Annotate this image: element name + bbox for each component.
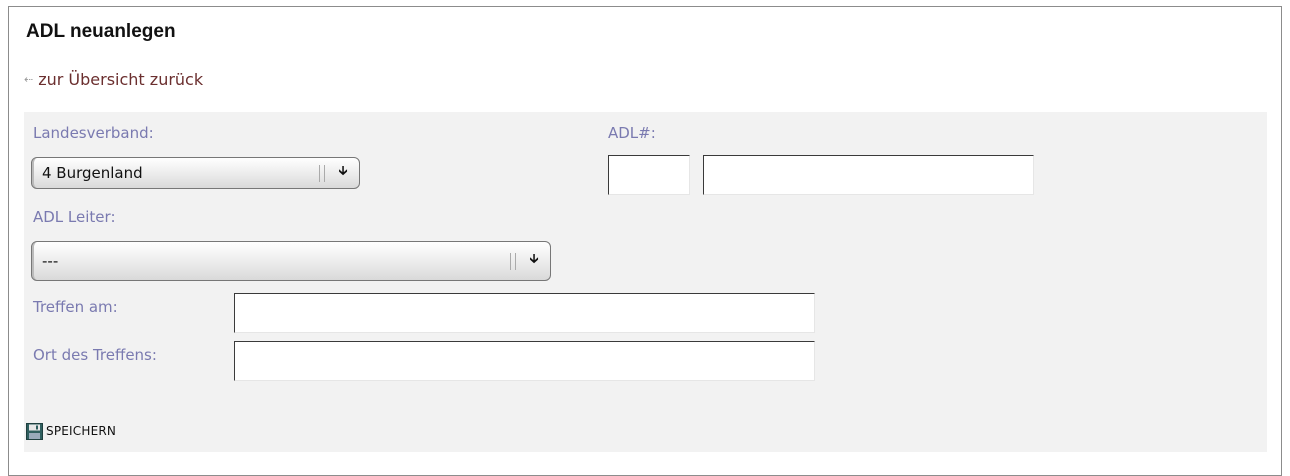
landesverband-label: Landesverband: [33,124,154,142]
adl-leiter-select[interactable]: --- 🡳 [31,241,551,281]
adl-number-label: ADL#: [608,124,656,142]
adl-prefix-input[interactable] [608,155,690,195]
adl-leiter-value: --- [42,252,59,270]
arrow-left-icon: ⇠ [24,73,34,86]
select-grip [510,253,516,270]
landesverband-value: 4 Burgenland [42,164,143,182]
dropdown-arrow-icon: 🡳 [338,164,348,179]
select-grip [319,165,325,182]
save-label: SPEICHERN [46,424,117,438]
landesverband-select[interactable]: 4 Burgenland 🡳 [31,157,360,189]
treffen-am-input[interactable] [234,293,815,333]
floppy-disk-icon [26,423,43,440]
ort-input[interactable] [234,341,815,381]
adl-number-input[interactable] [703,155,1034,195]
ort-label: Ort des Treffens: [33,346,157,364]
dropdown-arrow-icon: 🡳 [529,252,539,267]
adl-leiter-label: ADL Leiter: [33,208,116,226]
save-button[interactable]: SPEICHERN [26,423,117,440]
back-link-label: zur Übersicht zurück [38,70,204,89]
back-to-overview-link[interactable]: ⇠ zur Übersicht zurück [24,70,203,89]
page-title: ADL neuanlegen [26,21,176,42]
treffen-am-label: Treffen am: [33,298,118,316]
